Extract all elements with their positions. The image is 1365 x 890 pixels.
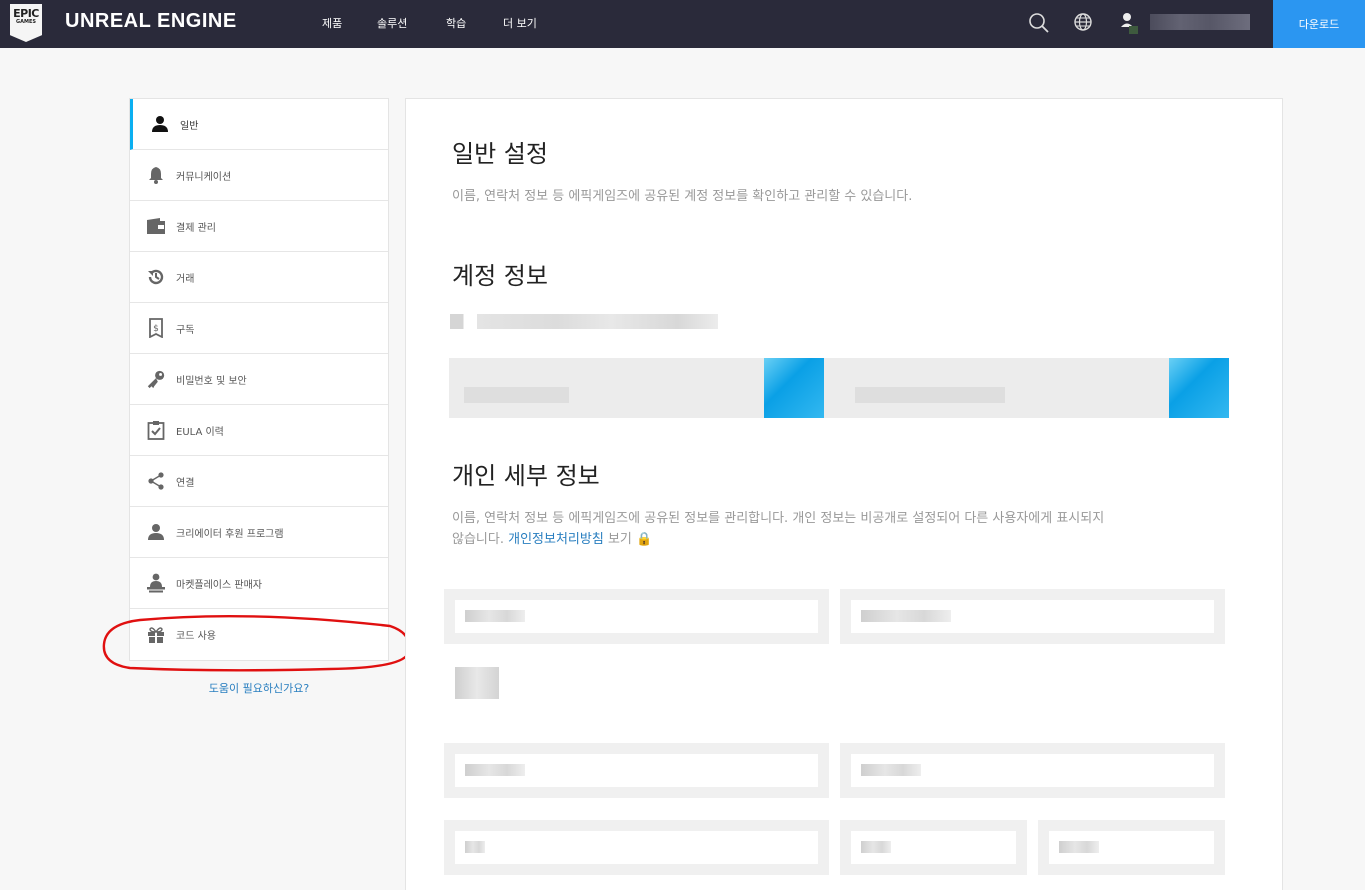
field-value-redacted xyxy=(464,387,569,403)
history-icon xyxy=(146,267,166,287)
sidebar-item-connections[interactable]: 연결 xyxy=(130,456,388,507)
personal-desc-line: 이름, 연락처 정보 등 에픽게임즈에 공유된 정보를 관리합니다. 개인 정보… xyxy=(452,511,1105,526)
user-icon xyxy=(1121,13,1138,34)
epic-games-logo[interactable]: EPIC GAMES xyxy=(10,4,42,42)
sidebar-item-label: 결제 관리 xyxy=(176,222,216,234)
personal-desc-text: 않습니다. xyxy=(452,532,504,547)
nav-item-solutions[interactable]: 솔루션 xyxy=(377,15,407,31)
address-line-1-field[interactable] xyxy=(444,743,829,798)
sidebar-item-password-security[interactable]: 비밀번호 및 보안 xyxy=(130,354,388,405)
field-label-redacted xyxy=(861,841,891,853)
user-menu[interactable] xyxy=(1120,11,1255,37)
edit-email-button[interactable] xyxy=(1169,358,1229,418)
bell-icon xyxy=(146,165,166,185)
edit-display-name-button[interactable] xyxy=(764,358,824,418)
download-button[interactable]: 다운로드 xyxy=(1273,0,1365,48)
unreal-engine-title[interactable]: UNREAL ENGINE xyxy=(65,10,237,33)
sidebar-item-creator-support[interactable]: 크리에이터 후원 프로그램 xyxy=(130,507,388,558)
sidebar-item-label: 거래 xyxy=(176,273,195,285)
field-label-redacted xyxy=(465,841,485,853)
field-label-redacted xyxy=(465,610,525,622)
username-redacted xyxy=(1150,14,1250,30)
sidebar-item-billing[interactable]: 결제 관리 xyxy=(130,201,388,252)
nav-item-learn[interactable]: 학습 xyxy=(446,15,466,31)
sidebar-item-transactions[interactable]: 거래 xyxy=(130,252,388,303)
account-sidebar: 일반 커뮤니케이션 결제 관리 거래 $ 구독 비밀번호 및 보안 EULA 이… xyxy=(129,98,389,661)
sidebar-item-label: 코드 사용 xyxy=(176,631,216,642)
personal-desc-line-2: 않습니다. 개인정보처리방침 보기 🔒 xyxy=(452,529,1242,550)
sidebar-item-label: 마켓플레이스 판매자 xyxy=(176,579,262,591)
account-info-title: 계정 정보 xyxy=(452,262,548,290)
field-value-redacted xyxy=(855,387,1005,403)
personal-details-description: 이름, 연락처 정보 등 에픽게임즈에 공유된 정보를 관리합니다. 개인 정보… xyxy=(452,508,1242,550)
account-id-redacted xyxy=(450,314,718,329)
sidebar-item-redeem-code[interactable]: 코드 사용 xyxy=(130,609,388,660)
person-icon xyxy=(146,522,166,542)
nav-item-more[interactable]: 더 보기 xyxy=(503,15,537,31)
sidebar-item-label: 크리에이터 후원 프로그램 xyxy=(176,528,284,540)
share-icon xyxy=(146,471,166,491)
top-navigation: EPIC GAMES UNREAL ENGINE 제품 솔루션 학습 더 보기 … xyxy=(0,0,1365,48)
seller-icon xyxy=(146,573,166,593)
address-line-2-field[interactable] xyxy=(840,743,1225,798)
person-icon xyxy=(150,114,170,134)
sidebar-item-label: 연결 xyxy=(176,477,195,489)
sidebar-item-label: EULA 이력 xyxy=(176,426,224,438)
sidebar-item-label: 구독 xyxy=(176,324,195,336)
help-link[interactable]: 도움이 필요하신가요? xyxy=(129,680,389,696)
sidebar-item-subscriptions[interactable]: $ 구독 xyxy=(130,303,388,354)
general-settings-description: 이름, 연락처 정보 등 에픽게임즈에 공유된 계정 정보를 확인하고 관리할 … xyxy=(452,189,913,204)
city-field[interactable] xyxy=(444,820,829,875)
sidebar-item-label: 커뮤니케이션 xyxy=(176,171,232,183)
general-settings-title: 일반 설정 xyxy=(452,140,548,168)
field-label-redacted xyxy=(861,764,921,776)
privacy-suffix: 보기 xyxy=(607,532,632,547)
globe-icon[interactable] xyxy=(1073,12,1095,34)
search-icon[interactable] xyxy=(1028,12,1050,34)
field-label-redacted xyxy=(861,610,951,622)
nav-item-products[interactable]: 제품 xyxy=(322,15,342,31)
sidebar-item-communication[interactable]: 커뮤니케이션 xyxy=(130,150,388,201)
wallet-icon xyxy=(146,216,166,236)
sidebar-item-eula-history[interactable]: EULA 이력 xyxy=(130,405,388,456)
postal-code-field[interactable] xyxy=(1038,820,1225,875)
key-icon xyxy=(146,369,166,389)
sidebar-item-label: 비밀번호 및 보안 xyxy=(176,375,247,387)
field-label-redacted xyxy=(465,764,525,776)
sidebar-item-general[interactable]: 일반 xyxy=(130,99,388,150)
lock-icon: 🔒 xyxy=(636,532,653,547)
first-name-field[interactable] xyxy=(444,589,829,644)
last-name-field[interactable] xyxy=(840,589,1225,644)
country-label-redacted xyxy=(455,667,499,699)
logo-text: EPIC xyxy=(13,7,39,20)
personal-details-title: 개인 세부 정보 xyxy=(452,462,600,490)
sidebar-item-marketplace-seller[interactable]: 마켓플레이스 판매자 xyxy=(130,558,388,609)
privacy-policy-link[interactable]: 개인정보처리방침 xyxy=(508,532,604,547)
field-label-redacted xyxy=(1059,841,1099,853)
sidebar-item-label: 일반 xyxy=(180,120,199,132)
region-field[interactable] xyxy=(840,820,1027,875)
clipboard-check-icon xyxy=(146,420,166,440)
svg-text:$: $ xyxy=(153,324,159,334)
gift-icon xyxy=(146,625,166,645)
receipt-icon: $ xyxy=(146,318,166,338)
